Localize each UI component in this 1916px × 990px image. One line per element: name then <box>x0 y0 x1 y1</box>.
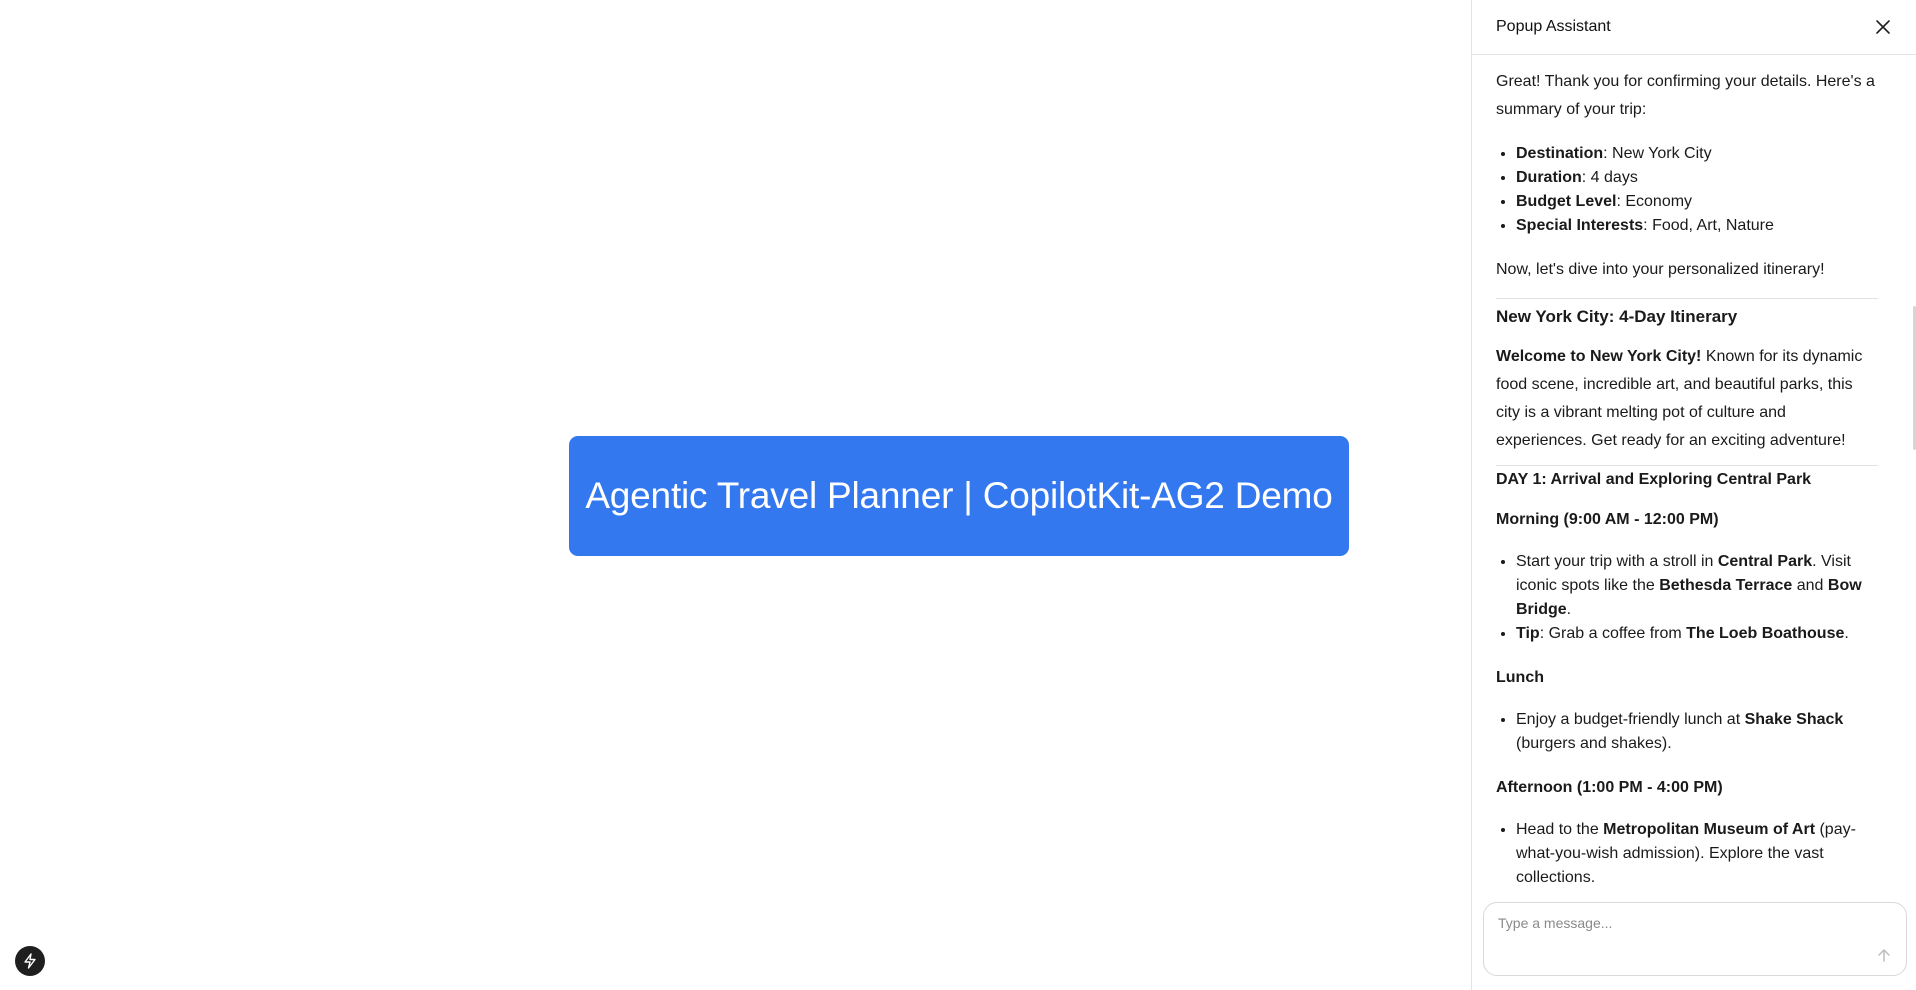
message-intro: Great! Thank you for confirming your det… <box>1496 73 1875 118</box>
close-button[interactable] <box>1872 16 1894 38</box>
morning-list: Start your trip with a stroll in Central… <box>1516 550 1878 646</box>
assistant-panel: Popup Assistant Great! Thank you for con… <box>1471 0 1916 990</box>
summary-value: : Food, Art, Nature <box>1643 217 1774 234</box>
summary-label: Destination <box>1516 145 1604 162</box>
summary-value: : Economy <box>1616 193 1693 210</box>
place-name: The Loeb Boathouse <box>1686 625 1845 642</box>
place-name: Central Park <box>1717 553 1813 570</box>
lunch-list: Enjoy a budget-friendly lunch at Shake S… <box>1516 708 1878 756</box>
text: (burgers and shakes). <box>1516 735 1672 752</box>
summary-label: Budget Level <box>1516 193 1617 210</box>
morning-title: Morning (9:00 AM - 12:00 PM) <box>1496 511 1719 528</box>
list-item: Start your trip with a stroll in Central… <box>1516 550 1878 622</box>
summary-list: Destination: New York City Duration: 4 d… <box>1516 142 1878 238</box>
welcome-bold: Welcome to New York City! <box>1496 348 1702 365</box>
summary-label: Duration <box>1516 169 1582 186</box>
message-lead: Now, let's dive into your personalized i… <box>1496 261 1825 278</box>
message-input-container <box>1483 902 1907 976</box>
day1-title: DAY 1: Arrival and Exploring Central Par… <box>1496 471 1812 488</box>
list-item: Enjoy a budget-friendly lunch at Shake S… <box>1516 708 1878 756</box>
close-icon <box>1876 20 1890 34</box>
panel-title: Popup Assistant <box>1496 18 1611 35</box>
place-name: Bethesda Terrace <box>1659 577 1793 594</box>
welcome-paragraph: Welcome to New York City! Known for its … <box>1496 343 1878 455</box>
text: and <box>1792 577 1828 594</box>
list-item: Special Interests: Food, Art, Nature <box>1516 214 1878 238</box>
message-input[interactable] <box>1498 915 1858 955</box>
summary-value: : New York City <box>1603 145 1712 162</box>
panel-header: Popup Assistant <box>1472 0 1916 55</box>
list-item: Duration: 4 days <box>1516 166 1878 190</box>
afternoon-title: Afternoon (1:00 PM - 4:00 PM) <box>1496 779 1723 796</box>
arrow-up-icon <box>1878 949 1890 962</box>
text: : Grab a coffee from <box>1539 625 1687 642</box>
lunch-title: Lunch <box>1496 669 1544 686</box>
summary-label: Special Interests <box>1516 217 1644 234</box>
list-item: Tip: Grab a coffee from The Loeb Boathou… <box>1516 622 1878 646</box>
hero-banner: Agentic Travel Planner | CopilotKit-AG2 … <box>569 436 1349 556</box>
summary-value: : 4 days <box>1581 169 1638 186</box>
list-item: Head to the Metropolitan Museum of Art (… <box>1516 818 1878 890</box>
text: Head to the <box>1516 821 1604 838</box>
divider <box>1496 298 1878 299</box>
bolt-icon <box>24 953 36 969</box>
devtools-button[interactable] <box>15 946 45 976</box>
text: Enjoy a budget-friendly lunch at <box>1516 711 1745 728</box>
tip-label: Tip <box>1516 625 1540 642</box>
text: . <box>1844 625 1849 642</box>
place-name: Shake Shack <box>1744 711 1844 728</box>
afternoon-list: Head to the Metropolitan Museum of Art (… <box>1516 818 1878 890</box>
text: . <box>1566 601 1572 618</box>
place-name: Metropolitan Museum of Art <box>1603 821 1816 838</box>
message-list[interactable]: Great! Thank you for confirming your det… <box>1472 56 1916 902</box>
list-item: Budget Level: Economy <box>1516 190 1878 214</box>
text: Start your trip with a stroll in <box>1516 553 1718 570</box>
list-item: Destination: New York City <box>1516 142 1878 166</box>
send-button[interactable] <box>1874 945 1894 965</box>
itinerary-title: New York City: 4-Day Itinerary <box>1496 307 1738 326</box>
main-area: Agentic Travel Planner | CopilotKit-AG2 … <box>0 0 1471 990</box>
